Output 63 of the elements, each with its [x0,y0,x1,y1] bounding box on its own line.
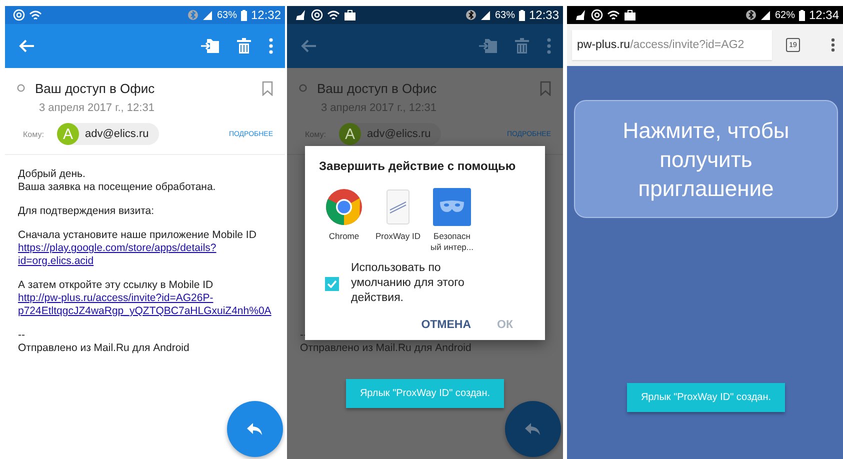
unread-circle-icon[interactable] [17,84,25,92]
more-menu-icon[interactable] [831,38,835,52]
dialog-button[interactable]: ОТМЕНА [421,319,472,331]
dialog-title: Завершить действие с помощью [318,159,517,173]
move-to-folder-icon[interactable] [479,39,497,53]
email-text: Ваша заявка на посещение обработана. [18,181,217,194]
email-text: Добрый день. [18,168,86,181]
trash-icon[interactable] [237,38,251,54]
email-text: А затем откройте эту ссылку в Mobile ID [18,279,214,292]
wifi-icon [607,10,620,20]
bluetooth-icon [188,10,198,20]
recipient-chip[interactable]: A adv@elics.ru [57,123,159,145]
battery-level: 62% [774,10,795,20]
app-option[interactable]: ProxWay ID [371,188,425,253]
email-text: -- [18,329,26,342]
move-to-folder-icon[interactable] [201,39,219,53]
email-link[interactable]: https://play.google.com/store/apps/details? id=org.elics.acid [18,242,216,268]
toast-message: Ярлык "ProxWay ID" создан. [627,383,785,412]
clock: 12:32 [250,8,281,22]
bookmark-icon[interactable] [540,80,551,96]
bluetooth-icon [746,10,756,20]
avatar: A [339,123,361,145]
more-menu-icon[interactable] [269,38,273,54]
briefcase-icon [624,10,636,20]
signal-icon [480,10,491,20]
battery-level: 63% [494,10,515,20]
bluetooth-icon [466,10,476,20]
back-arrow-icon[interactable] [301,39,317,53]
to-label: Кому: [23,130,45,138]
trash-icon[interactable] [515,38,529,54]
battery-level: 63% [216,10,237,20]
briefcase-icon [344,10,356,20]
wifi-icon [29,10,42,20]
avatar: A [57,123,79,145]
chrome-icon [325,188,363,226]
email-text: Отправлено из Mail.Ru для Android [18,342,190,355]
signal-icon [760,10,771,20]
email-subject: Ваш доступ в Офис [317,80,438,96]
email-link[interactable]: http://pw-plus.ru/access/invite?id=AG26P- p724EtltqgcJZ4waRgp_yQZTQBC7aHLGxuiZ4nh%0A [18,292,272,318]
reply-icon [247,423,263,435]
mask-icon [433,188,471,226]
battery-icon [798,10,805,20]
battery-icon [518,10,525,20]
clock: 12:33 [528,8,559,22]
address-field[interactable]: pw-plus.ru/access/invite?id=AG2 [572,30,772,60]
toast-message: Ярлык "ProxWay ID" создан. [346,379,504,408]
clock: 12:34 [808,8,839,22]
checkbox[interactable] [325,276,339,290]
email-text: Сначала установите наше приложение Mobile ID [18,229,258,242]
checkbox-label: Использовать по умолчанию для этого действия. [351,261,466,306]
battery-icon [240,10,247,20]
bookmark-icon[interactable] [262,80,273,96]
app-option[interactable]: Безопасн ый интер... [425,188,479,253]
email-date: 3 апреля 2017 г., 12:31 [39,101,156,115]
signal-icon [202,10,213,20]
recipient-chip[interactable]: A adv@elics.ru [339,123,441,145]
wifi-icon [327,10,340,20]
email-text: Для подтверждения визита: [18,205,156,218]
reply-icon [525,423,541,435]
app-option[interactable]: Chrome [317,188,371,253]
email-text: Отправлено из Mail.Ru для Android [300,342,472,355]
unread-circle-icon[interactable] [299,84,307,92]
email-subject: Ваш доступ в Офис [35,80,156,96]
